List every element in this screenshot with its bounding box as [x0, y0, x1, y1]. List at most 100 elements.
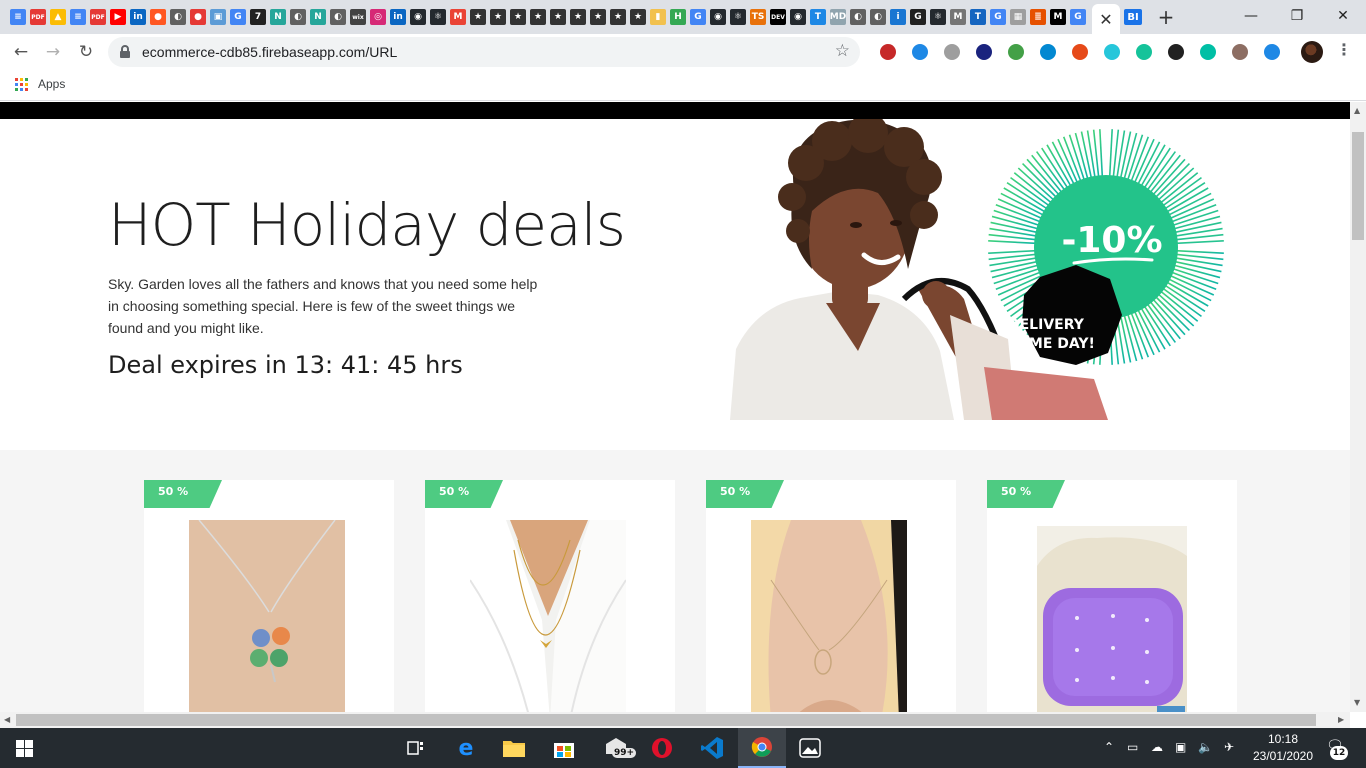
scroll-up-icon[interactable]: ▲ [1354, 106, 1360, 115]
taskbar-chrome[interactable] [738, 728, 786, 768]
tab-favicon[interactable]: TS [748, 6, 768, 28]
horizontal-scroll-thumb[interactable] [16, 714, 1316, 726]
extension-icon[interactable] [1064, 41, 1096, 63]
extension-icon[interactable] [904, 41, 936, 63]
tab-favicon[interactable]: ★ [568, 6, 588, 28]
product-card[interactable]: 50 % [987, 480, 1237, 712]
tray-chevron-icon[interactable]: ⌃ [1104, 740, 1114, 754]
tab-favicon[interactable]: N [308, 6, 328, 28]
tab-favicon[interactable]: ★ [488, 6, 508, 28]
tab-favicon[interactable]: ★ [508, 6, 528, 28]
tab-favicon[interactable]: T [808, 6, 828, 28]
bookmark-star-icon[interactable]: ☆ [835, 41, 850, 61]
volume-icon[interactable]: 🔈 [1198, 740, 1213, 754]
tab-favicon[interactable]: ◎ [368, 6, 388, 28]
scroll-down-icon[interactable]: ▼ [1354, 698, 1360, 707]
product-image[interactable] [470, 520, 626, 712]
scroll-left-icon[interactable]: ◀ [4, 715, 10, 724]
tab-favicon[interactable]: M [448, 6, 468, 28]
chrome-menu-icon[interactable]: ⋮ [1336, 40, 1352, 59]
extension-icon[interactable] [1160, 41, 1192, 63]
url-text[interactable]: ecommerce-cdb85.firebaseapp.com/URL [142, 44, 397, 60]
minimize-button[interactable]: — [1228, 0, 1274, 32]
tab-favicon[interactable]: ◐ [848, 6, 868, 28]
tab-favicon[interactable]: ≣ [1028, 6, 1048, 28]
product-card[interactable]: 50 % [706, 480, 956, 712]
tab-favicon[interactable]: N [268, 6, 288, 28]
tab-favicon[interactable]: H [668, 6, 688, 28]
tab-favicon[interactable]: ▣ [208, 6, 228, 28]
product-image[interactable] [751, 520, 907, 712]
tab-favicon[interactable]: ◉ [408, 6, 428, 28]
clock-date[interactable]: 23/01/2020 [1246, 749, 1320, 763]
tab-favicon[interactable]: ▦ [1008, 6, 1028, 28]
product-image[interactable] [1037, 526, 1187, 712]
clock-time[interactable]: 10:18 [1258, 732, 1308, 746]
vertical-scrollbar[interactable]: ▲ ▼ [1350, 102, 1366, 712]
network-icon[interactable]: ▣ [1175, 740, 1186, 754]
extension-icon[interactable] [968, 41, 1000, 63]
tab-favicon[interactable]: ★ [628, 6, 648, 28]
restore-button[interactable]: ❐ [1274, 0, 1320, 32]
tab-favicon[interactable]: ◉ [708, 6, 728, 28]
tab-favicon[interactable]: ◐ [328, 6, 348, 28]
tab-favicon[interactable]: i [888, 6, 908, 28]
product-card[interactable]: 50 % [425, 480, 675, 712]
tab-favicon[interactable]: ★ [468, 6, 488, 28]
tab-favicon[interactable]: ★ [608, 6, 628, 28]
extension-icon[interactable] [872, 41, 904, 63]
product-card[interactable]: 50 % [144, 480, 394, 712]
new-tab-button[interactable]: + [1154, 5, 1178, 29]
close-window-button[interactable]: ✕ [1320, 0, 1366, 32]
taskbar-store[interactable] [540, 728, 588, 768]
forward-button[interactable]: → [41, 40, 65, 64]
tab-favicon[interactable]: ▲ [48, 6, 68, 28]
tab-favicon[interactable]: M [948, 6, 968, 28]
battery-icon[interactable]: ▭ [1127, 740, 1138, 754]
tab-favicon[interactable]: ◉ [788, 6, 808, 28]
extension-icon[interactable] [1192, 41, 1224, 63]
tab-favicon[interactable]: PDF [28, 6, 48, 28]
tab-favicon[interactable]: MD [828, 6, 848, 28]
product-image[interactable] [189, 520, 345, 712]
extension-icon[interactable] [936, 41, 968, 63]
tab-favicon[interactable]: in [128, 6, 148, 28]
tab-favicon[interactable]: G [1068, 6, 1088, 28]
back-button[interactable]: ← [9, 40, 33, 64]
apps-grid-icon[interactable] [15, 78, 28, 91]
tab-favicon[interactable]: T [968, 6, 988, 28]
tab-favicon[interactable]: M [1048, 6, 1068, 28]
tab-favicon[interactable]: ⚛ [928, 6, 948, 28]
extension-icon[interactable] [1096, 41, 1128, 63]
active-tab-close-button[interactable]: ✕ [1092, 4, 1120, 34]
start-button[interactable] [0, 728, 48, 768]
tab-favicon[interactable]: ▶ [108, 6, 128, 28]
tab-favicon[interactable]: DEV [768, 6, 788, 28]
tab-favicon[interactable]: ◐ [868, 6, 888, 28]
tab-favicon[interactable]: ⚛ [728, 6, 748, 28]
airplane-mode-icon[interactable]: ✈ [1224, 740, 1234, 754]
horizontal-scrollbar[interactable]: ◀ ▶ [0, 712, 1350, 728]
extension-icon[interactable] [1128, 41, 1160, 63]
tab-favicon[interactable]: ◐ [288, 6, 308, 28]
tab-favicon[interactable]: G [228, 6, 248, 28]
profile-avatar[interactable] [1301, 41, 1323, 63]
tab-favicon[interactable]: in [388, 6, 408, 28]
taskbar-opera[interactable] [638, 728, 686, 768]
tab-favicon[interactable]: G [908, 6, 928, 28]
tab-favicon[interactable]: ★ [528, 6, 548, 28]
tab-bi[interactable]: BI [1124, 9, 1142, 25]
task-view-button[interactable] [392, 728, 440, 768]
tab-favicon[interactable]: ● [188, 6, 208, 28]
address-bar[interactable]: ecommerce-cdb85.firebaseapp.com/URL ☆ [108, 37, 860, 67]
reload-button[interactable]: ↻ [74, 40, 98, 64]
scroll-right-icon[interactable]: ▶ [1338, 715, 1344, 724]
onedrive-icon[interactable]: ☁ [1151, 740, 1163, 754]
tab-favicon[interactable]: G [988, 6, 1008, 28]
vertical-scroll-thumb[interactable] [1352, 132, 1364, 240]
apps-bookmark[interactable]: Apps [38, 77, 65, 91]
tab-favicon[interactable]: ★ [588, 6, 608, 28]
tab-favicon[interactable]: ≡ [8, 6, 28, 28]
extension-icon[interactable] [1256, 41, 1288, 63]
tab-favicon[interactable]: ★ [548, 6, 568, 28]
